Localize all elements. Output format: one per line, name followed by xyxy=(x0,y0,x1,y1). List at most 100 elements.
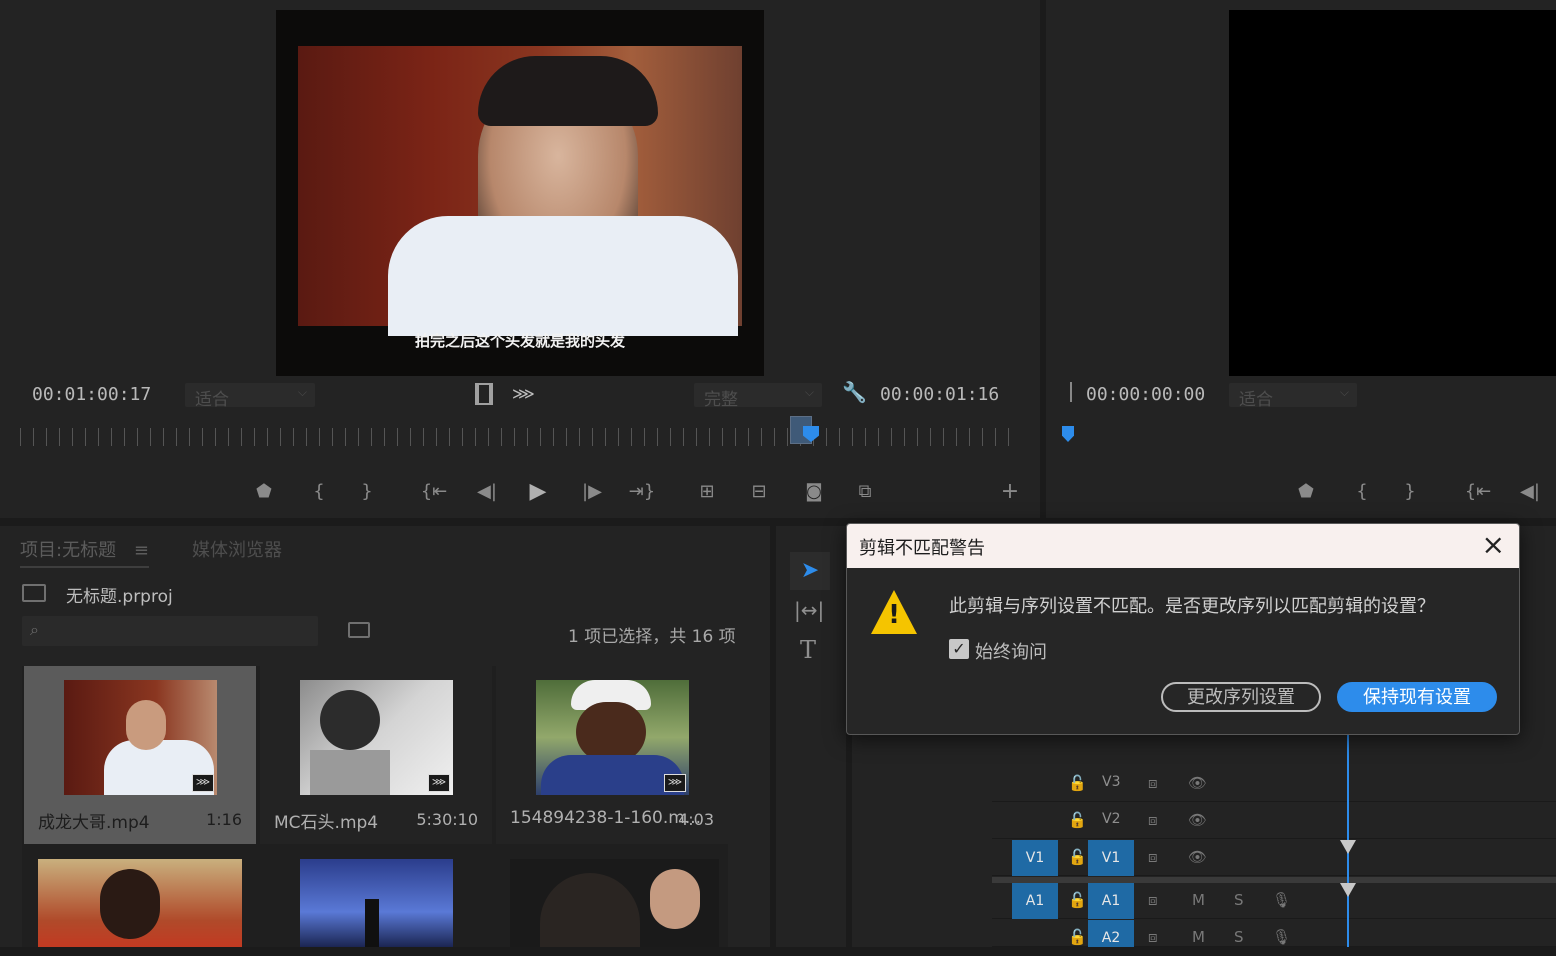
sync-icon[interactable]: ⧈ xyxy=(1148,774,1158,792)
track-target-a1[interactable]: A1 xyxy=(1088,883,1134,919)
step-back-icon[interactable]: ◀| xyxy=(1516,478,1544,506)
insert-icon[interactable]: ⊞ xyxy=(693,478,721,506)
wrench-icon[interactable]: 🔧 xyxy=(842,380,867,404)
drag-audio-icon[interactable]: ⋙ xyxy=(512,384,535,403)
play-icon[interactable]: ▶ xyxy=(524,478,552,506)
project-item[interactable] xyxy=(300,859,453,947)
source-quality-dropdown[interactable]: 完整 ⌵ xyxy=(694,383,822,410)
source-time-ruler[interactable] xyxy=(20,428,1015,446)
microphone-icon[interactable]: 🎙 xyxy=(1272,928,1291,946)
folder-up-icon[interactable] xyxy=(22,584,46,602)
tab-media-browser[interactable]: 媒体浏览器 xyxy=(192,536,282,562)
chevron-down-icon: ⌵ xyxy=(804,385,814,399)
mark-in-icon[interactable]: { xyxy=(305,478,333,506)
add-button-icon[interactable]: + xyxy=(996,478,1024,506)
clip-duration: 5:30:10 xyxy=(416,810,478,829)
go-to-out-icon[interactable]: ⇥} xyxy=(628,478,656,506)
track-a1[interactable]: A1 🔓 A1 ⧈ M S 🎙 xyxy=(992,883,1556,919)
search-icon: ⌕ xyxy=(30,620,39,639)
project-item[interactable] xyxy=(510,859,719,947)
project-item[interactable]: ⋙ 成龙大哥.mp4 1:16 xyxy=(24,666,256,844)
eye-icon[interactable]: 👁 xyxy=(1188,774,1207,792)
mark-out-icon[interactable]: } xyxy=(1396,478,1424,506)
program-timecode[interactable]: 00:00:00:00 xyxy=(1086,384,1205,405)
mute-button[interactable]: M xyxy=(1192,928,1205,946)
clip-name: MC石头.mp4 xyxy=(274,813,379,833)
overwrite-icon[interactable]: ⊟ xyxy=(745,478,773,506)
step-forward-icon[interactable]: |▶ xyxy=(578,478,606,506)
always-ask-checkbox[interactable]: ✓ xyxy=(949,639,969,659)
step-back-icon[interactable]: ◀| xyxy=(473,478,501,506)
project-file-name: 无标题.prproj xyxy=(66,587,173,607)
dialog-message: 此剪辑与序列设置不匹配。是否更改序列以匹配剪辑的设置？ xyxy=(949,596,1435,617)
source-fit-label: 适合 xyxy=(195,390,229,410)
clip-name: 154894238-1-160.m... xyxy=(510,808,702,828)
keep-existing-settings-button[interactable]: 保持现有设置 xyxy=(1337,682,1497,712)
track-v1[interactable]: V1 🔓 V1 ⧈ 👁 xyxy=(992,840,1556,876)
clip-thumbnail: ⋙ xyxy=(536,680,689,795)
sync-icon[interactable]: ⧈ xyxy=(1148,811,1158,829)
marker-icon[interactable]: ⬟ xyxy=(250,478,278,506)
change-sequence-settings-button[interactable]: 更改序列设置 xyxy=(1161,682,1321,712)
compare-icon[interactable]: ⧉ xyxy=(851,478,879,506)
solo-button[interactable]: S xyxy=(1234,891,1244,909)
ripple-edit-tool-icon[interactable]: |↔| xyxy=(794,598,824,622)
sync-icon[interactable]: ⧈ xyxy=(1148,848,1158,866)
lock-icon[interactable]: 🔓 xyxy=(1068,928,1087,946)
project-items-grid: ⋙ 成龙大哥.mp4 1:16 ⋙ MC石头.mp4 5:30:10 ⋙ 154… xyxy=(22,666,728,947)
track-name: V2 xyxy=(1102,811,1121,827)
audio-badge-icon: ⋙ xyxy=(664,774,686,792)
lock-icon[interactable]: 🔓 xyxy=(1068,774,1087,792)
eye-icon[interactable]: 👁 xyxy=(1188,811,1207,829)
project-item[interactable] xyxy=(38,859,242,947)
warning-icon-mark: ! xyxy=(888,600,900,630)
go-to-in-icon[interactable]: {⇤ xyxy=(1464,478,1492,506)
video-image xyxy=(298,46,742,336)
project-item[interactable]: ⋙ MC石头.mp4 5:30:10 xyxy=(260,666,492,844)
eye-icon[interactable]: 👁 xyxy=(1188,848,1207,866)
track-a2[interactable]: 🔓 A2 ⧈ M S 🎙 xyxy=(992,920,1556,947)
drag-video-icon[interactable] xyxy=(475,383,493,405)
track-v3[interactable]: 🔓 V3 ⧈ 👁 xyxy=(992,766,1556,802)
program-fit-label: 适合 xyxy=(1239,390,1273,410)
program-fit-dropdown[interactable]: 适合 ⌵ xyxy=(1229,383,1357,410)
source-timecode-current[interactable]: 00:01:00:17 xyxy=(32,384,151,405)
mark-in-icon[interactable]: { xyxy=(1348,478,1376,506)
clip-duration: 4:03 xyxy=(678,810,714,829)
always-ask-label[interactable]: 始终询问 xyxy=(975,638,1047,664)
solo-button[interactable]: S xyxy=(1234,928,1244,946)
lock-icon[interactable]: 🔓 xyxy=(1068,848,1087,866)
clip-duration: 1:16 xyxy=(206,810,242,829)
tools-panel: ➤ |↔| T xyxy=(776,526,846,947)
track-target-a2[interactable]: A2 xyxy=(1088,920,1134,947)
project-item[interactable]: ⋙ 154894238-1-160.m... 4:03 xyxy=(496,666,728,844)
program-playhead[interactable] xyxy=(1062,426,1074,442)
mute-button[interactable]: M xyxy=(1192,891,1205,909)
sync-icon[interactable]: ⧈ xyxy=(1148,891,1158,909)
sync-icon[interactable]: ⧈ xyxy=(1148,928,1158,946)
marker-icon[interactable]: ⬟ xyxy=(1292,478,1320,506)
camera-icon[interactable]: ◙ xyxy=(800,478,828,506)
selection-tool-icon[interactable]: ➤ xyxy=(790,552,830,590)
source-fit-dropdown[interactable]: 适合 ⌵ xyxy=(185,383,315,410)
track-name: V3 xyxy=(1102,774,1121,790)
lock-icon[interactable]: 🔓 xyxy=(1068,891,1087,909)
tab-project[interactable]: 项目:无标题 ≡ xyxy=(20,536,149,568)
search-input[interactable]: ⌕ xyxy=(22,616,318,646)
source-video-frame[interactable]: 拍完之后这个头发就是我的头发 xyxy=(276,10,764,376)
track-target-v1[interactable]: V1 xyxy=(1088,840,1134,876)
track-v2[interactable]: 🔓 V2 ⧈ 👁 xyxy=(992,803,1556,839)
source-patch-v1[interactable]: V1 xyxy=(1012,840,1058,876)
program-video-frame[interactable] xyxy=(1229,10,1556,376)
find-icon[interactable] xyxy=(348,622,370,638)
lock-icon[interactable]: 🔓 xyxy=(1068,811,1087,829)
type-tool-icon[interactable]: T xyxy=(800,636,816,664)
mark-out-icon[interactable]: } xyxy=(353,478,381,506)
panel-menu-icon[interactable]: ≡ xyxy=(134,540,149,561)
go-to-in-icon[interactable]: {⇤ xyxy=(420,478,448,506)
close-icon[interactable]: × xyxy=(1482,528,1505,561)
clip-thumbnail xyxy=(540,873,640,947)
source-quality-label: 完整 xyxy=(704,390,738,410)
microphone-icon[interactable]: 🎙 xyxy=(1272,891,1291,909)
source-patch-a1[interactable]: A1 xyxy=(1012,883,1058,919)
